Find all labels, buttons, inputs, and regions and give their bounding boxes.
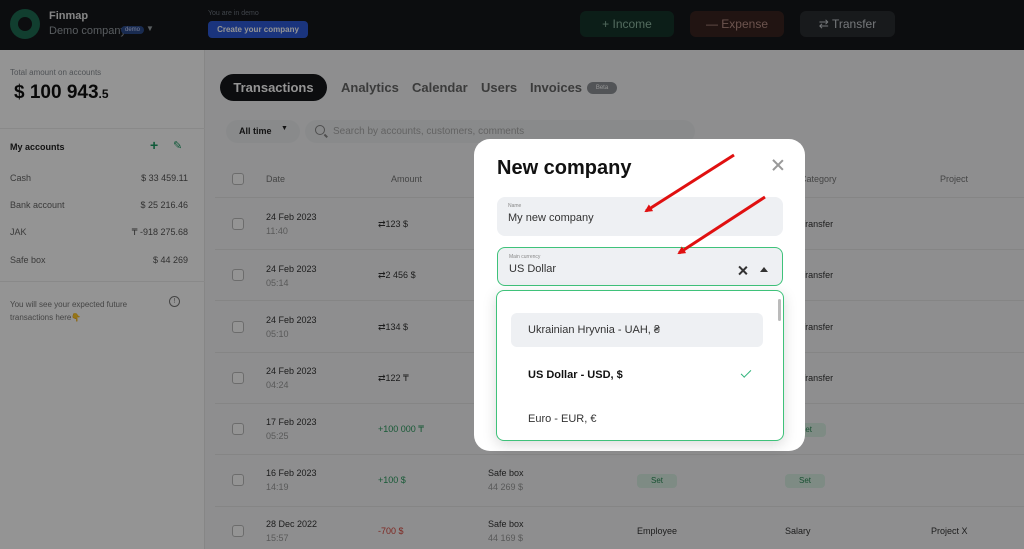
currency-value: US Dollar — [509, 263, 557, 275]
currency-option[interactable]: Ukrainian Hryvnia - UAH, ₴ — [511, 313, 763, 347]
company-name-field[interactable]: Name — [497, 197, 783, 236]
clear-icon[interactable] — [738, 265, 748, 275]
currency-select[interactable]: Main currency US Dollar — [497, 247, 783, 286]
caret-up-icon[interactable] — [760, 267, 768, 272]
field-label: Main currency — [509, 254, 541, 260]
currency-dropdown: Ukrainian Hryvnia - UAH, ₴ US Dollar - U… — [496, 290, 784, 441]
scrollbar[interactable] — [778, 299, 781, 321]
field-label: Name — [508, 203, 522, 209]
check-icon — [740, 367, 752, 378]
company-name-input[interactable] — [508, 212, 728, 224]
option-label: US Dollar - USD, $ — [528, 369, 623, 381]
currency-option-selected[interactable]: US Dollar - USD, $ — [511, 358, 763, 392]
modal-title: New company — [497, 157, 632, 179]
new-company-modal: New company Name Main currency US Dollar… — [474, 139, 805, 451]
close-icon[interactable] — [771, 158, 785, 172]
currency-option[interactable]: Euro - EUR, € — [511, 402, 763, 436]
